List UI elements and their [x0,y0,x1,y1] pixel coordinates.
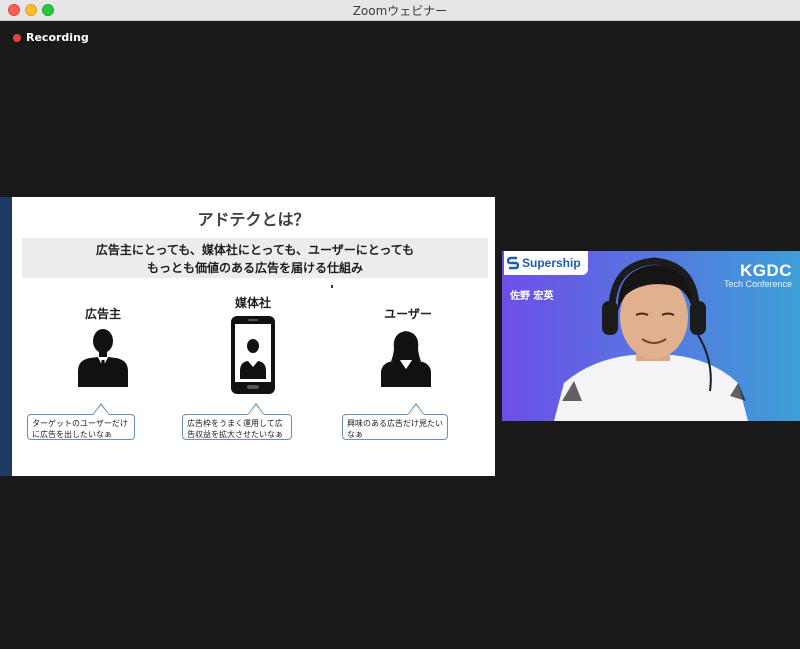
recording-label: Recording [26,31,89,44]
smartphone-icon [231,316,275,394]
speech-bubble-user: 興味のある広告だけ見たい なぁ [342,403,448,440]
brand-badge: Supership [504,251,588,275]
businessman-icon [78,329,128,387]
window-title: Zoomウェビナー [352,4,448,18]
bubble-text-line-2: 告収益を拡大させたいなぁ [187,430,283,439]
woman-icon [381,331,431,387]
bubble-text-line-1: 興味のある広告だけ見たい [347,419,443,428]
bubble-tail [247,403,265,415]
shared-slide: アドテクとは？ 広告主にとっても、媒体社にとっても、ユーザーにとっても もっとも… [0,197,495,476]
speaker-video-tile[interactable]: Supership 佐野 宏英 KGDC Tech Conference [502,251,800,421]
slide-accent-bar [0,197,12,476]
speaker-name: 佐野 宏英 [510,291,554,302]
bubble-text-line-1: ターゲットのユーザーだけ [32,419,128,428]
conference-name: KGDC [739,261,792,280]
slide-title: アドテクとは？ [197,210,310,229]
conference-subtitle: Tech Conference [723,279,792,289]
speech-bubble-publisher: 広告枠をうまく運用して広 告収益を拡大させたいなぁ [182,403,292,440]
bubble-text-line-2: なぁ [347,430,363,439]
mouse-pointer-icon [331,285,333,288]
conference-logo: KGDC Tech Conference [724,261,792,289]
bubble-tail [407,403,425,415]
banner-line-1: 広告主にとっても、媒体社にとっても、ユーザーにとっても [95,243,415,257]
actor-label-publisher: 媒体社 [234,296,271,310]
actor-label-advertiser: 広告主 [84,307,121,321]
brand-name: Supership [522,256,581,270]
supership-logo-icon [507,256,519,270]
window-titlebar: Zoomウェビナー [0,0,800,21]
slide-banner: 広告主にとっても、媒体社にとっても、ユーザーにとっても もっとも価値のある広告を… [22,238,488,278]
bubble-text-line-2: に広告を出したいなぁ [32,430,112,439]
actor-label-user: ユーザー [384,307,432,321]
speech-bubble-advertiser: ターゲットのユーザーだけ に広告を出したいなぁ [27,403,135,440]
recording-dot-icon [13,33,21,42]
recording-indicator: Recording [13,31,89,44]
bubble-text-line-1: 広告枠をうまく運用して広 [187,419,283,428]
banner-line-2: もっとも価値のある広告を届ける仕組み [146,261,363,275]
bubble-tail [92,403,110,415]
